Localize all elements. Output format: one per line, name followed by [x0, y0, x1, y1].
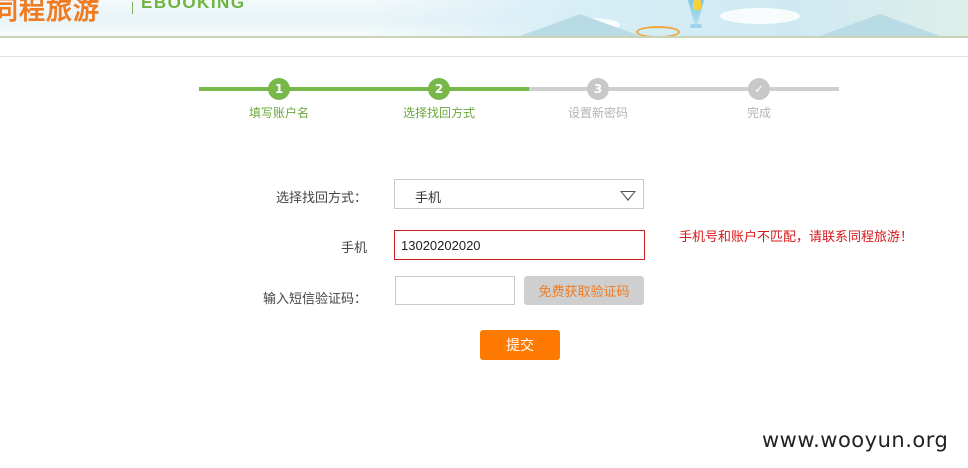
method-label: 选择找回方式： [275, 191, 367, 206]
method-selected-value: 手机 [415, 191, 442, 206]
error-message: 手机号和账户不匹配，请联系同程旅游！ [678, 230, 913, 245]
step-1-label: 填写账户名 [248, 106, 309, 120]
step-1-icon: 1 [268, 78, 290, 100]
step-2-label: 选择找回方式 [402, 106, 475, 120]
step-2-icon: 2 [428, 78, 450, 100]
check-icon: ✓ [748, 78, 770, 100]
step-3-label: 设置新密码 [567, 106, 628, 120]
progress-track-complete [199, 87, 529, 91]
get-code-button[interactable]: 免费获取验证码 [524, 276, 644, 305]
submit-button[interactable]: 提交 [480, 330, 560, 360]
progress-track-remaining [529, 87, 839, 91]
sms-code-input[interactable] [395, 276, 515, 305]
progress-steps: 1 填写账户名 2 选择找回方式 3 设置新密码 ✓ 完成 [0, 0, 968, 130]
step-4-label: 完成 [746, 106, 771, 120]
phone-label: 手机 [340, 241, 367, 256]
method-select[interactable]: 手机 [394, 179, 644, 209]
step-3-icon: 3 [587, 78, 609, 100]
code-label: 输入短信验证码： [262, 292, 367, 307]
watermark: www.wooyun.org [762, 428, 949, 452]
chevron-down-icon[interactable] [620, 191, 636, 201]
phone-input[interactable] [394, 230, 645, 260]
